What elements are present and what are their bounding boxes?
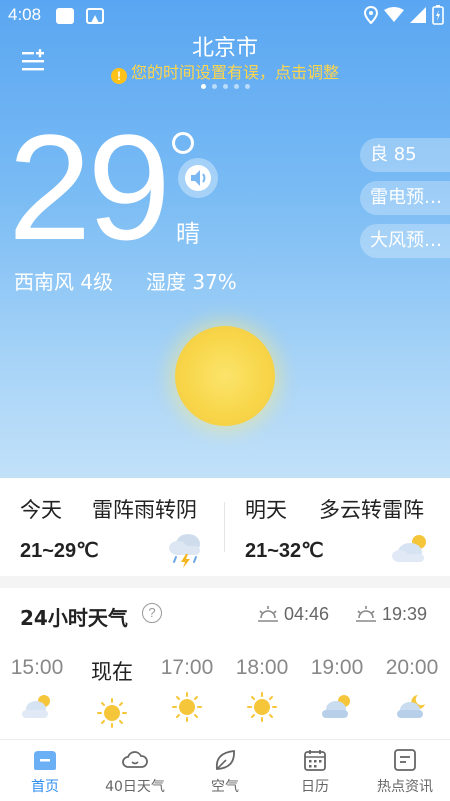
sunrise-icon: [258, 606, 278, 622]
partly-cloudy-icon: [322, 695, 350, 718]
bottom-navigation: 首页 40日天气 空气 日历 热点资讯: [0, 739, 450, 801]
page-indicator: [0, 84, 450, 89]
daily-forecast-card: 今天 雷阵雨转阴 21~29℃ 明天 多云转雷阵 21~32℃: [0, 478, 450, 576]
wind-info: 西南风 4级: [14, 270, 114, 294]
thunderstorm-icon: [169, 534, 200, 568]
sunrise-time: 04:46: [284, 604, 330, 624]
degree-symbol: [172, 132, 194, 154]
today-desc: 雷阵雨转阴: [92, 498, 197, 522]
page-dot: [211, 84, 217, 89]
hour-label: 17:00: [160, 656, 214, 679]
sunny-icon: [172, 692, 202, 722]
wifi-icon: [384, 7, 404, 22]
page-dot: [233, 84, 239, 89]
current-condition: 晴: [176, 220, 200, 248]
nav-label: 首页: [31, 779, 59, 795]
notification-icon: [56, 8, 74, 24]
cloud-icon: [122, 751, 148, 768]
warning-icon: !: [110, 68, 127, 84]
nav-label: 空气: [211, 779, 239, 795]
tomorrow-range: 21~32℃: [245, 540, 324, 562]
hourly-forecast-list[interactable]: 15:00 现在 17:00 18:00 19:00 20:00: [0, 656, 450, 736]
hour-item: 20:00: [376, 656, 448, 722]
partly-cloudy-icon: [22, 695, 50, 718]
status-bar: 4:08: [0, 0, 450, 32]
time-warning-link[interactable]: ! 您的时间设置有误，点击调整: [0, 59, 450, 84]
help-icon[interactable]: ?: [142, 603, 162, 623]
location-icon: [364, 6, 378, 24]
today-range: 21~29℃: [20, 540, 99, 562]
nav-home[interactable]: 首页: [0, 740, 90, 801]
sunny-icon: [247, 692, 277, 722]
nav-label: 40日天气: [105, 779, 165, 795]
current-temperature: 29: [8, 103, 171, 271]
home-icon: [34, 751, 56, 770]
app-notification-icon: [86, 8, 104, 24]
nav-label: 日历: [301, 779, 329, 795]
news-icon: [394, 749, 416, 771]
sun-illustration: [175, 326, 275, 426]
hour-item: 19:00: [301, 656, 373, 722]
hour-label: 18:00: [235, 656, 289, 679]
page-dot: [200, 84, 206, 89]
forecast-divider: [224, 502, 225, 552]
nav-calendar[interactable]: 日历: [270, 740, 360, 801]
nav-label: 热点资讯: [377, 779, 433, 795]
hourly-title: 24小时天气: [20, 606, 128, 630]
cloudy-night-icon: [397, 695, 425, 718]
leaf-icon: [215, 750, 235, 770]
voice-broadcast-button[interactable]: [178, 158, 218, 198]
today-forecast[interactable]: 今天 雷阵雨转阴 21~29℃: [0, 478, 224, 576]
warning-text: 您的时间设置有误，点击调整: [130, 63, 339, 82]
humidity-info: 湿度 37%: [146, 270, 237, 294]
calendar-icon: [304, 750, 326, 771]
partly-cloudy-icon: [392, 535, 426, 562]
hour-item: 17:00: [151, 656, 223, 722]
hour-label: 现在: [91, 660, 133, 684]
hour-label: 15:00: [10, 656, 64, 679]
hour-item: 现在: [76, 656, 148, 728]
nav-air[interactable]: 空气: [180, 740, 270, 801]
section-separator: [0, 576, 450, 588]
hour-item: 15:00: [1, 656, 73, 722]
nav-40day[interactable]: 40日天气: [90, 740, 180, 801]
tomorrow-forecast[interactable]: 明天 多云转雷阵 21~32℃: [225, 478, 450, 576]
wind-alert-pill[interactable]: 大风预…: [360, 224, 450, 258]
sunset-time: 19:39: [382, 604, 428, 624]
hour-label: 19:00: [310, 656, 364, 679]
sunny-icon: [97, 698, 127, 728]
hour-item: 18:00: [226, 656, 298, 722]
hour-label: 20:00: [385, 656, 439, 679]
signal-icon: [410, 7, 426, 23]
today-label: 今天: [20, 498, 62, 522]
speaker-icon: [185, 165, 211, 191]
status-time: 4:08: [8, 5, 42, 24]
tomorrow-desc: 多云转雷阵: [319, 498, 424, 522]
thunder-alert-pill[interactable]: 雷电预…: [360, 181, 450, 215]
battery-icon: [432, 5, 444, 25]
page-dot: [244, 84, 250, 89]
tomorrow-label: 明天: [245, 498, 287, 522]
sunset-icon: [356, 606, 376, 622]
city-name[interactable]: 北京市: [0, 30, 450, 62]
air-quality-pill[interactable]: 良 85: [360, 138, 450, 172]
page-dot: [222, 84, 228, 89]
nav-news[interactable]: 热点资讯: [360, 740, 450, 801]
